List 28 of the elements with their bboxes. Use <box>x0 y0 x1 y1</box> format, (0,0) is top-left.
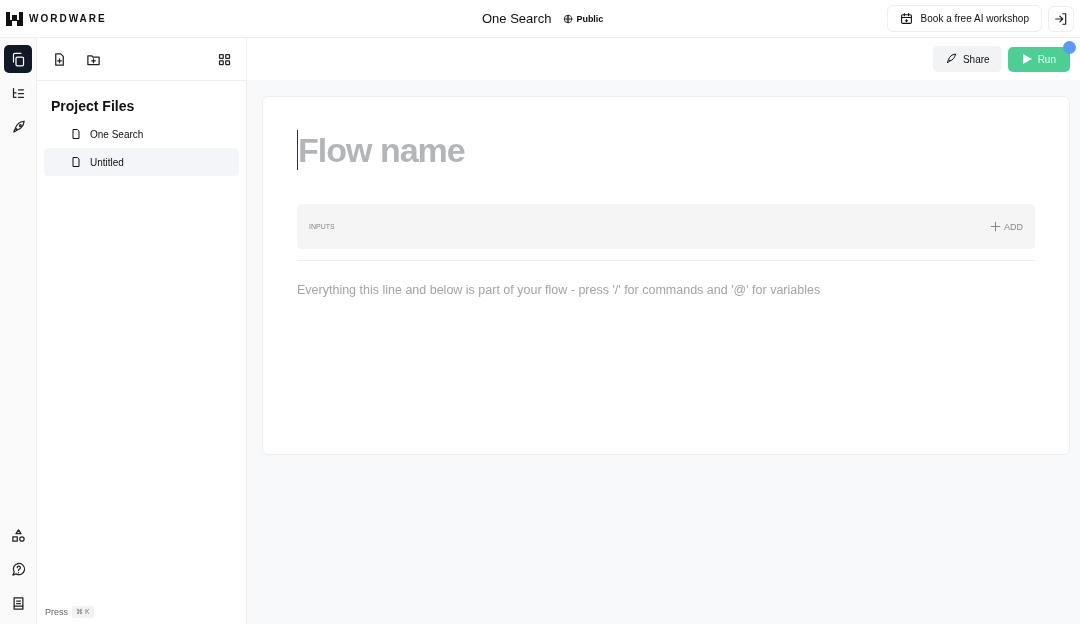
files-tab[interactable] <box>4 45 32 73</box>
play-icon <box>1021 54 1032 64</box>
panel-title: Project Files <box>51 98 136 114</box>
file-icon <box>70 156 82 168</box>
shapes-icon <box>10 527 26 543</box>
book-icon <box>10 595 26 611</box>
brand-name: WORDWARE <box>29 13 107 24</box>
workshop-button[interactable]: Book a free AI workshop <box>886 5 1042 32</box>
files-icon <box>10 51 26 67</box>
grid-icon <box>216 51 232 67</box>
plus-icon <box>989 220 1002 233</box>
hint-text: Press <box>45 607 68 617</box>
enter-icon <box>1054 11 1068 26</box>
calendar-icon <box>899 12 913 25</box>
login-button[interactable] <box>1048 5 1074 32</box>
help-icon <box>10 561 26 577</box>
list-icon <box>10 85 26 101</box>
editor-hint: Everything this line and below is part of your flow - press '/' for commands and '@' for variables <box>297 283 822 297</box>
visibility-badge[interactable]: Public <box>563 13 604 24</box>
file-icon <box>70 128 82 140</box>
file-item[interactable]: One Search <box>44 120 239 148</box>
flow-title: One Search <box>482 11 552 26</box>
notification-dot <box>1063 40 1076 54</box>
file-item[interactable]: Untitled <box>44 148 239 176</box>
share-button[interactable]: Share <box>932 46 1002 72</box>
globe-icon <box>563 13 574 24</box>
logo-icon <box>6 11 23 26</box>
add-input-button[interactable]: ADD <box>989 220 1023 233</box>
